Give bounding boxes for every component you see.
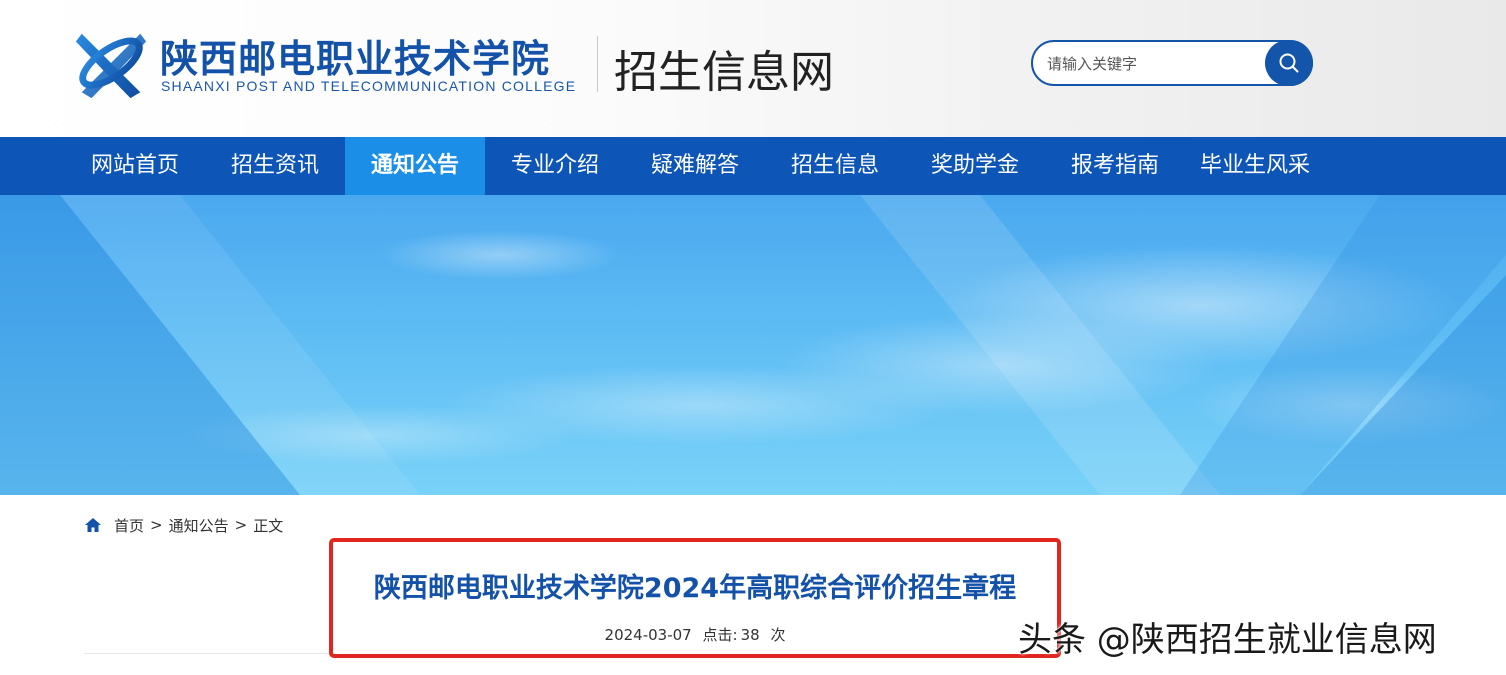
nav-item-faq[interactable]: 疑难解答: [625, 137, 765, 195]
breadcrumb-separator: >: [150, 516, 163, 534]
banner-image: [0, 195, 1506, 495]
content-divider: [84, 653, 329, 654]
nav-item-admission-news[interactable]: 招生资讯: [205, 137, 345, 195]
breadcrumb-separator: >: [234, 516, 248, 534]
nav-item-admission-info[interactable]: 招生信息: [765, 137, 905, 195]
nav-item-majors[interactable]: 专业介绍: [485, 137, 625, 195]
article-date: 2024-03-07: [604, 626, 692, 644]
breadcrumb-item-notices[interactable]: 通知公告: [169, 515, 229, 536]
nav-item-graduates[interactable]: 毕业生风采: [1185, 137, 1325, 195]
banner-sky-graphic: [0, 195, 1506, 495]
breadcrumb-item-current: 正文: [253, 516, 284, 535]
article-views-label: 点击:: [702, 626, 738, 644]
main-nav: 网站首页 招生资讯 通知公告 专业介绍 疑难解答 招生信息 奖助学金 报考指南 …: [0, 137, 1506, 195]
site-header: 陕西邮电职业技术学院 SHAANXI POST AND TELECOMMUNIC…: [0, 0, 1506, 137]
search-icon: [1279, 53, 1299, 73]
nav-item-scholarships[interactable]: 奖助学金: [905, 137, 1045, 195]
nav-item-notices[interactable]: 通知公告: [345, 137, 485, 195]
home-icon[interactable]: [84, 517, 102, 533]
nav-item-home[interactable]: 网站首页: [65, 137, 205, 195]
article-views-count: 38: [740, 626, 760, 644]
search-box: [1031, 40, 1313, 86]
article-title: 陕西邮电职业技术学院2024年高职综合评价招生章程: [373, 573, 1017, 604]
watermark-text: 头条 @陕西招生就业信息网: [1018, 620, 1437, 660]
school-name-chinese[interactable]: 陕西邮电职业技术学院: [160, 28, 550, 83]
article-meta: 2024-03-07 点击: 38 次: [340, 624, 1050, 645]
school-name-english[interactable]: SHAANXI POST AND TELECOMMUNICATION COLLE…: [161, 78, 576, 94]
search-input[interactable]: [1045, 51, 1264, 77]
article-views-unit: 次: [770, 626, 786, 644]
breadcrumb: 首页 > 通知公告 > 正文: [84, 514, 283, 536]
header-divider: [597, 36, 598, 92]
search-button[interactable]: [1265, 40, 1313, 86]
nav-item-application-guide[interactable]: 报考指南: [1045, 137, 1185, 195]
site-title: 招生信息网: [614, 47, 834, 98]
college-logo[interactable]: [72, 24, 150, 102]
breadcrumb-item-home[interactable]: 首页: [114, 515, 144, 536]
header-background-calligraphy: [850, 40, 888, 73]
